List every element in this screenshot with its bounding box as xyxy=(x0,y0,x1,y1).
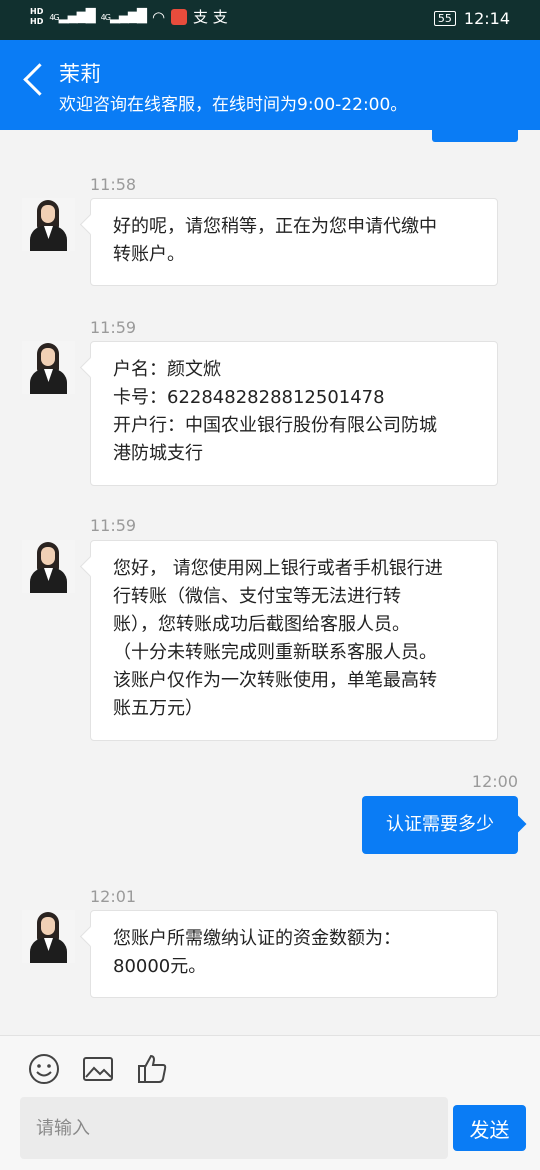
thumbs-up-icon[interactable] xyxy=(135,1052,169,1086)
hd-label-2: HD xyxy=(30,16,44,26)
message-time: 11:59 xyxy=(90,516,137,535)
agent-avatar xyxy=(22,910,75,963)
message-bubble: 您账户所需缴纳认证的资金数额为： 80000元。 xyxy=(90,910,498,998)
message-time: 12:00 xyxy=(471,772,518,791)
signal-icon-2: 4G▂▄▆█ xyxy=(100,9,147,24)
user-message-bubble: 认证需要多少 xyxy=(362,796,518,854)
image-icon[interactable] xyxy=(81,1052,115,1086)
message-time: 12:01 xyxy=(90,887,137,906)
notification-text: 支 支 xyxy=(193,8,228,26)
agent-name: 茉莉 xyxy=(59,62,101,86)
agent-avatar xyxy=(22,341,75,394)
message-text: 您账户所需缴纳认证的资金数额为： 80000元。 xyxy=(113,928,401,977)
message-text: 您好， 请您使用网上银行或者手机银行进 行转账（微信、支付宝等无法进行转 账），… xyxy=(113,558,443,719)
service-hours-subtitle: 欢迎咨询在线客服，在线时间为9:00-22:00。 xyxy=(59,95,408,115)
status-bar: HD HD 4G▂▄▆█ 4G▂▄▆█ ◠ 支 支 55 12:14 xyxy=(0,0,540,40)
agent-avatar xyxy=(22,198,75,251)
emoji-icon[interactable] xyxy=(27,1052,61,1086)
app-notification-icon xyxy=(171,8,188,25)
wifi-icon: ◠ xyxy=(151,7,166,26)
signal-icon-1: 4G▂▄▆█ xyxy=(49,9,95,24)
battery-icon: 55 xyxy=(433,11,456,26)
message-text: 户名：颜文焮 卡号：6228482828812501478 开户行：中国农业银行… xyxy=(113,359,437,464)
clock: 12:14 xyxy=(463,9,510,28)
network-type-1: 4G xyxy=(49,13,59,22)
back-arrow-icon[interactable] xyxy=(20,60,48,100)
message-bubble: 好的呢，请您稍等，正在为您申请代缴中 转账户。 xyxy=(90,198,498,286)
previous-message-bubble xyxy=(432,128,518,142)
chat-header: 茉莉 欢迎咨询在线客服，在线时间为9:00-22:00。 xyxy=(0,40,540,130)
message-input[interactable] xyxy=(20,1097,448,1159)
message-bubble: 您好， 请您使用网上银行或者手机银行进 行转账（微信、支付宝等无法进行转 账），… xyxy=(90,540,498,741)
hd-indicator: HD HD xyxy=(30,7,43,27)
message-bubble: 户名：颜文焮 卡号：6228482828812501478 开户行：中国农业银行… xyxy=(90,341,498,486)
message-time: 11:59 xyxy=(90,318,137,337)
hd-label-1: HD xyxy=(30,6,44,16)
message-text: 好的呢，请您稍等，正在为您申请代缴中 转账户。 xyxy=(113,216,437,265)
send-button[interactable]: 发送 xyxy=(453,1105,526,1151)
composer-bar: 发送 xyxy=(0,1035,540,1170)
message-time: 11:58 xyxy=(90,175,137,194)
agent-avatar xyxy=(22,540,75,593)
network-type-2: 4G xyxy=(100,13,111,22)
